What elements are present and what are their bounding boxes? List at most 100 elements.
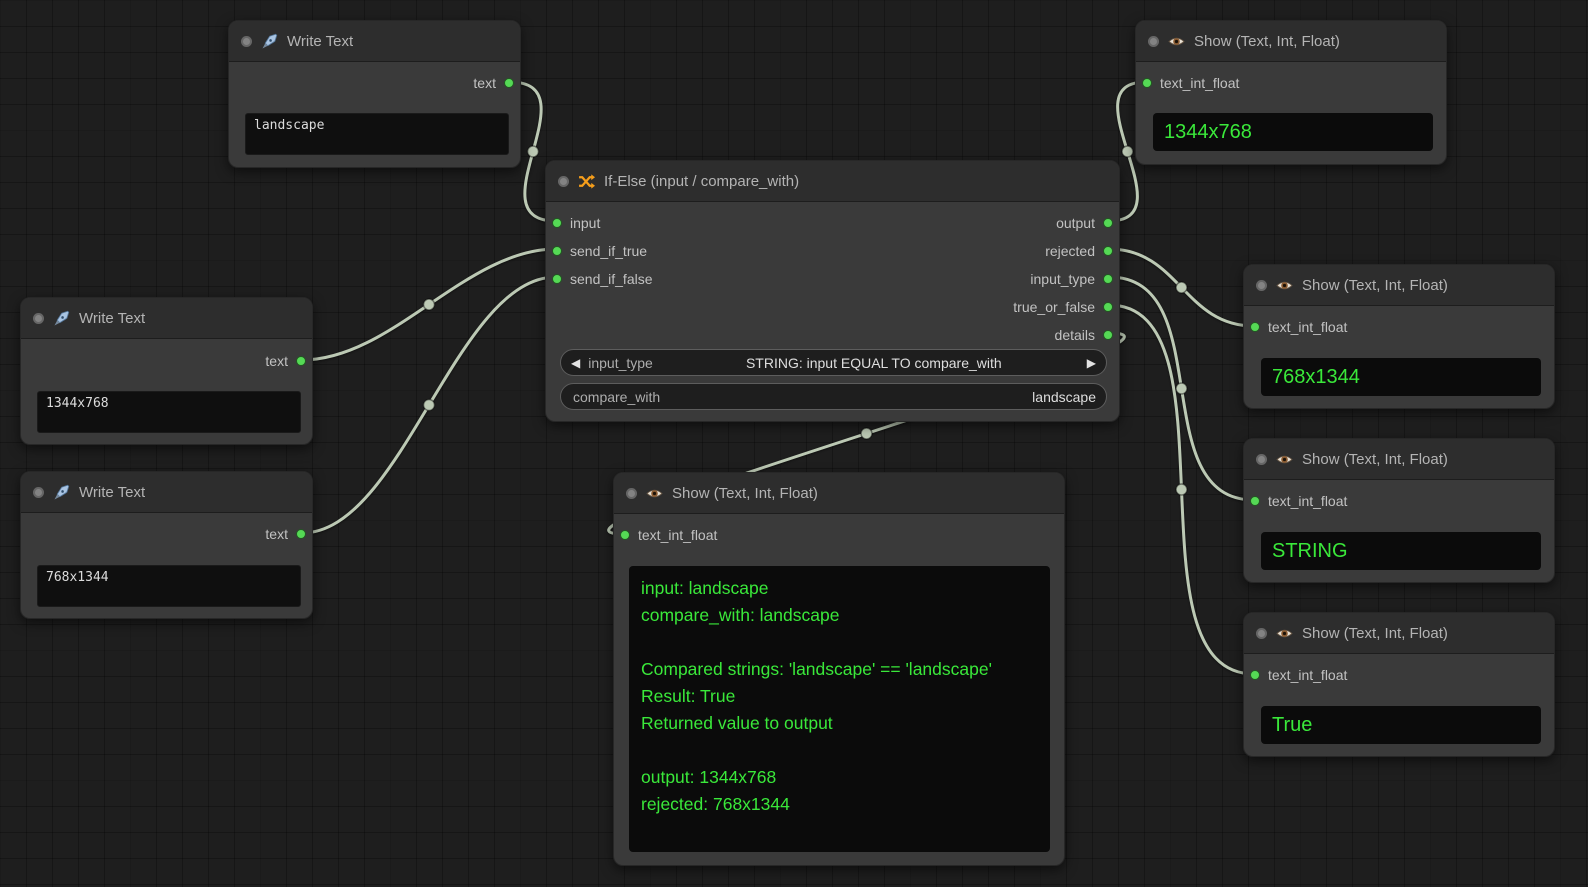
output-port-dot[interactable]: [504, 78, 514, 88]
node-header[interactable]: Write Text: [229, 21, 520, 62]
node-write-text-2[interactable]: Write Text text 1344x768: [20, 297, 313, 445]
node-show-input-type[interactable]: Show (Text, Int, Float) text_int_float S…: [1243, 438, 1555, 583]
input-port-dot[interactable]: [1250, 670, 1260, 680]
widget-value: landscape: [668, 389, 1096, 405]
output-port-dot[interactable]: [1103, 330, 1113, 340]
node-title: Write Text: [79, 484, 145, 501]
link-midpoint-dot: [1122, 146, 1133, 157]
node-header[interactable]: Show (Text, Int, Float): [614, 473, 1064, 514]
output-port-text: text: [473, 73, 514, 93]
output-port-details: details: [1055, 325, 1113, 345]
output-port-rejected: rejected: [1045, 241, 1113, 261]
input-port-send-if-true: send_if_true: [552, 241, 647, 261]
show-value: STRING: [1261, 532, 1541, 570]
link-midpoint-dot: [424, 400, 435, 411]
eye-icon: [646, 485, 663, 502]
input-port-dot[interactable]: [620, 530, 630, 540]
text-input[interactable]: 768x1344: [37, 565, 301, 607]
input-port-dot[interactable]: [1142, 78, 1152, 88]
node-header[interactable]: Show (Text, Int, Float): [1244, 613, 1554, 654]
node-title: Show (Text, Int, Float): [1302, 277, 1448, 294]
input-port-dot[interactable]: [1250, 496, 1260, 506]
input-port-dot[interactable]: [552, 218, 562, 228]
port-label: true_or_false: [1013, 299, 1095, 315]
port-label: text: [265, 526, 288, 542]
text-input[interactable]: 1344x768: [37, 391, 301, 433]
pen-icon: [261, 33, 278, 50]
node-title: Show (Text, Int, Float): [672, 485, 818, 502]
node-header[interactable]: Show (Text, Int, Float): [1136, 21, 1446, 62]
node-title: If-Else (input / compare_with): [604, 173, 799, 190]
eye-icon: [1276, 277, 1293, 294]
collapse-dot[interactable]: [1148, 36, 1159, 47]
node-show-details[interactable]: Show (Text, Int, Float) text_int_float i…: [613, 472, 1065, 866]
port-label: details: [1055, 327, 1095, 343]
collapse-dot[interactable]: [241, 36, 252, 47]
pen-icon: [53, 310, 70, 327]
node-show-output[interactable]: Show (Text, Int, Float) text_int_float 1…: [1135, 20, 1447, 165]
input-port-dot[interactable]: [1250, 322, 1260, 332]
collapse-dot[interactable]: [33, 313, 44, 324]
collapse-dot[interactable]: [1256, 454, 1267, 465]
input-port-text-int-float: text_int_float: [1250, 491, 1347, 511]
collapse-dot[interactable]: [33, 487, 44, 498]
input-port-text-int-float: text_int_float: [620, 525, 717, 545]
output-port-dot[interactable]: [296, 529, 306, 539]
combo-label: input_type: [588, 355, 653, 371]
output-port-input-type: input_type: [1030, 269, 1113, 289]
node-header[interactable]: Write Text: [21, 472, 312, 513]
show-value: 1344x768: [1153, 113, 1433, 151]
node-if-else[interactable]: If-Else (input / compare_with) input sen…: [545, 160, 1120, 422]
input-port-text-int-float: text_int_float: [1142, 73, 1239, 93]
eye-icon: [1276, 625, 1293, 642]
link-midpoint-dot: [528, 146, 539, 157]
link-midpoint-dot: [1176, 484, 1187, 495]
input-port-dot[interactable]: [552, 274, 562, 284]
port-label: text: [265, 353, 288, 369]
node-write-text-1[interactable]: Write Text text landscape: [228, 20, 521, 168]
output-port-dot[interactable]: [1103, 218, 1113, 228]
input-port-input: input: [552, 213, 600, 233]
combo-next-arrow[interactable]: ▶: [1087, 356, 1096, 370]
node-header[interactable]: Show (Text, Int, Float): [1244, 265, 1554, 306]
node-show-rejected[interactable]: Show (Text, Int, Float) text_int_float 7…: [1243, 264, 1555, 409]
port-label: text_int_float: [1268, 319, 1347, 335]
link-midpoint-dot: [1176, 383, 1187, 394]
node-header[interactable]: Show (Text, Int, Float): [1244, 439, 1554, 480]
port-label: text_int_float: [1268, 667, 1347, 683]
output-port-text: text: [265, 524, 306, 544]
output-port-dot[interactable]: [1103, 246, 1113, 256]
link-midpoint-dot: [1176, 282, 1187, 293]
output-port-dot[interactable]: [1103, 302, 1113, 312]
node-show-true-or-false[interactable]: Show (Text, Int, Float) text_int_float T…: [1243, 612, 1555, 757]
eye-icon: [1276, 451, 1293, 468]
node-write-text-3[interactable]: Write Text text 768x1344: [20, 471, 313, 619]
output-port-dot[interactable]: [296, 356, 306, 366]
node-title: Write Text: [79, 310, 145, 327]
node-graph-canvas[interactable]: Write Text text landscape Write Text tex…: [0, 0, 1588, 887]
port-label: send_if_false: [570, 271, 653, 287]
show-value: 768x1344: [1261, 358, 1541, 396]
port-label: output: [1056, 215, 1095, 231]
port-label: text_int_float: [1160, 75, 1239, 91]
text-input[interactable]: landscape: [245, 113, 509, 155]
widget-label: compare_with: [573, 389, 660, 405]
collapse-dot[interactable]: [558, 176, 569, 187]
node-title: Write Text: [287, 33, 353, 50]
eye-icon: [1168, 33, 1185, 50]
input-type-combo-widget[interactable]: ◀ input_type STRING: input EQUAL TO comp…: [560, 349, 1107, 376]
output-port-dot[interactable]: [1103, 274, 1113, 284]
shuffle-icon: [578, 173, 595, 190]
show-value: True: [1261, 706, 1541, 744]
link-midpoint-dot: [861, 428, 872, 439]
node-header[interactable]: Write Text: [21, 298, 312, 339]
input-port-dot[interactable]: [552, 246, 562, 256]
collapse-dot[interactable]: [1256, 280, 1267, 291]
collapse-dot[interactable]: [626, 488, 637, 499]
input-port-text-int-float: text_int_float: [1250, 665, 1347, 685]
compare-with-widget[interactable]: compare_with landscape: [560, 383, 1107, 410]
node-header[interactable]: If-Else (input / compare_with): [546, 161, 1119, 202]
collapse-dot[interactable]: [1256, 628, 1267, 639]
port-label: text_int_float: [638, 527, 717, 543]
combo-prev-arrow[interactable]: ◀: [571, 356, 580, 370]
